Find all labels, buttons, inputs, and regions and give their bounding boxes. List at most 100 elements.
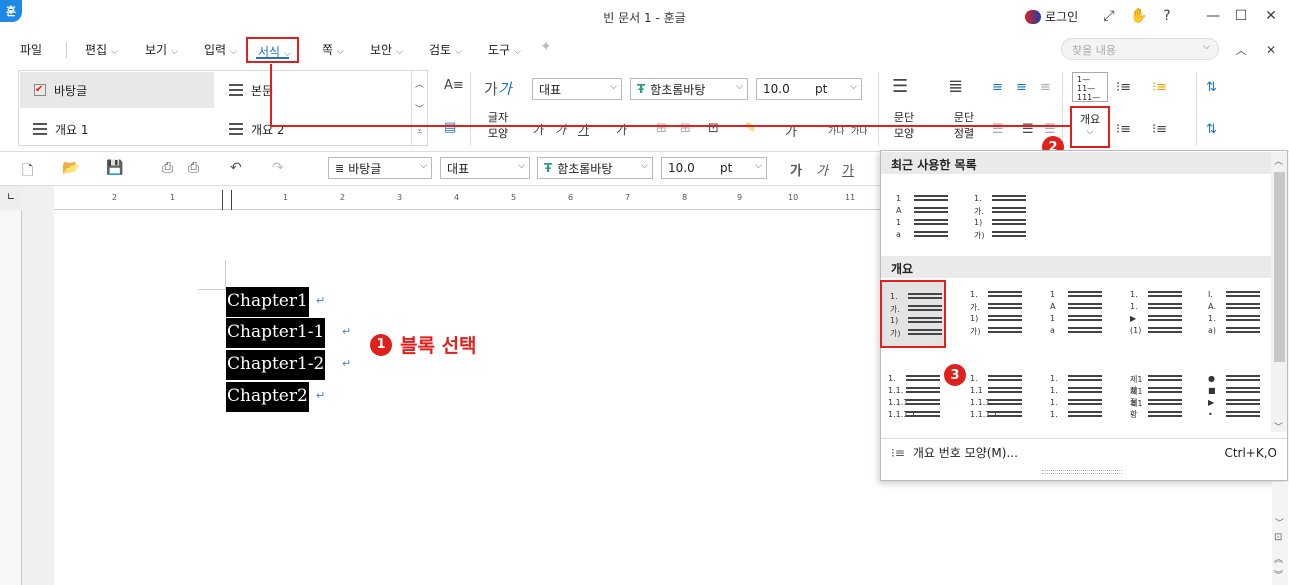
extension-icon[interactable]: ✦: [540, 39, 552, 55]
collapse-ribbon-icon[interactable]: ︿: [1234, 40, 1248, 60]
ruler-corner-icon[interactable]: ∟: [0, 186, 22, 210]
doc-line-chapter1-1[interactable]: Chapter1-1: [226, 318, 326, 348]
sort-asc-icon[interactable]: ⇅: [1206, 80, 1217, 95]
new-doc-icon[interactable]: 🗋: [22, 160, 33, 184]
menu-edit[interactable]: 편집 ⌵: [85, 41, 118, 58]
outline-button[interactable]: 개요 ⌵: [1070, 106, 1110, 148]
doc-line-chapter1-2[interactable]: Chapter1-2: [226, 350, 326, 380]
hand-icon[interactable]: ✋: [1130, 6, 1148, 26]
font-type-icon: Ŧ: [544, 161, 553, 175]
toolbar-style-value: 바탕글: [348, 161, 382, 176]
vertical-ruler[interactable]: [0, 210, 22, 585]
font-color-icon[interactable]: 가: [785, 121, 797, 140]
indent-icon[interactable]: ≡: [992, 80, 1003, 95]
page-down-icon[interactable]: ︾: [1274, 568, 1283, 581]
menu-security[interactable]: 보안 ⌵: [370, 41, 403, 58]
menu-format[interactable]: 서식 ⌵: [246, 37, 299, 63]
lang-select[interactable]: 대표 ⌵: [532, 78, 622, 100]
indent-marker[interactable]: [222, 190, 232, 210]
underline-icon[interactable]: 가: [578, 121, 589, 138]
print-icon[interactable]: ⎙: [162, 160, 173, 176]
toolbar-bold-icon[interactable]: 가: [790, 160, 802, 179]
strike-icon[interactable]: 가: [616, 121, 627, 138]
outline-style-thumb[interactable]: 1. 1.1 1.1.1 1.1.1.1: [962, 364, 1028, 432]
style-add-icon[interactable]: A≡: [444, 78, 464, 93]
recent-outline-thumb[interactable]: 1 A 1 a: [888, 184, 954, 252]
outline-style-thumb[interactable]: 1. 1. 1. 1.: [1042, 364, 1108, 432]
outline-style-thumb[interactable]: 1. 1.1. 1.1.1. 1.1.1.1.: [880, 364, 946, 432]
chevron-down-icon[interactable]: ﹀: [1275, 516, 1284, 529]
outline-style-thumb[interactable]: 1. 1. ▶ (1): [1122, 280, 1188, 348]
highlight-icon[interactable]: ✎: [745, 121, 756, 136]
font-select[interactable]: Ŧ 함초롬바탕 ⌵: [630, 78, 748, 100]
search-input[interactable]: 찾을 내용 ⌵: [1061, 38, 1219, 60]
page-up-icon[interactable]: ︽: [1274, 552, 1283, 565]
style-item-body[interactable]: 본문: [229, 72, 409, 108]
prev-page-icon[interactable]: ⊡: [1274, 532, 1282, 543]
superscript-icon[interactable]: ⊞: [656, 121, 667, 136]
subscript-icon[interactable]: ⊞: [680, 121, 691, 136]
outline-style-thumb[interactable]: 1 A 1 a: [1042, 280, 1108, 348]
maximize-button[interactable]: ☐: [1232, 6, 1250, 26]
document-page[interactable]: [54, 210, 880, 585]
bold-icon[interactable]: 가: [533, 121, 544, 138]
bullet-list-icon[interactable]: ⁝≡: [1116, 80, 1131, 95]
doc-line-chapter1[interactable]: Chapter1: [226, 287, 309, 317]
undo-icon[interactable]: ↶: [230, 160, 242, 176]
style-item-outline2[interactable]: 개요 2: [229, 111, 409, 147]
line-spacing-icon[interactable]: ≡: [1040, 80, 1051, 95]
close-button[interactable]: ✕: [1262, 6, 1280, 26]
toolbar-style-select[interactable]: ≣ 바탕글 ⌵: [328, 157, 432, 179]
horizontal-ruler[interactable]: [54, 190, 880, 210]
numbered-list-icon[interactable]: ⁝≡: [1116, 122, 1131, 137]
outdent-icon[interactable]: ≡: [1016, 80, 1027, 95]
dropdown-scroll-thumb[interactable]: [1274, 172, 1285, 362]
style-item-outline1[interactable]: 개요 1: [33, 111, 213, 147]
thumb-row: 제1절: [1122, 386, 1188, 407]
minimize-button[interactable]: —: [1204, 6, 1222, 26]
login-button[interactable]: 로그인: [1025, 8, 1078, 25]
toolbar-underline-icon[interactable]: 가: [842, 160, 854, 179]
list-level-icon[interactable]: ⁝≡: [1152, 122, 1167, 137]
resize-grip[interactable]: [1042, 470, 1122, 474]
redo-icon[interactable]: ↷: [272, 160, 284, 176]
menu-security-label: 보안: [370, 43, 393, 57]
outline-style-thumb[interactable]: ● ■ ▶ •: [1200, 364, 1266, 432]
recent-outline-thumb[interactable]: 1. 가. 1) 가): [966, 184, 1032, 252]
menu-tools[interactable]: 도구 ⌵: [488, 41, 521, 58]
menu-file[interactable]: 파일: [20, 41, 42, 58]
thumb-line: [1148, 303, 1182, 309]
chevron-up-icon[interactable]: ︿: [1274, 154, 1283, 167]
chevron-down-icon[interactable]: ﹀: [1274, 420, 1283, 433]
menu-page[interactable]: 쪽 ⌵: [322, 41, 344, 58]
toolbar-font-select[interactable]: Ŧ 함초롬바탕 ⌵: [537, 157, 653, 179]
save-icon[interactable]: 💾: [106, 160, 123, 176]
outline-style-thumb[interactable]: 제1장 제1절 제1항 –: [1122, 364, 1188, 432]
outline-preview-icon[interactable]: 1— 11— 111—: [1072, 72, 1108, 102]
style-scroll[interactable]: ︿ ﹀ ⩡: [411, 71, 427, 145]
color-bullet-icon[interactable]: ⁝≡: [1152, 80, 1167, 95]
menu-review[interactable]: 검토 ⌵: [429, 41, 462, 58]
sort-desc-icon[interactable]: ⇅: [1206, 122, 1217, 137]
thumb-row: 1.: [1042, 410, 1108, 420]
toolbar-size-input[interactable]: 10.0 pt ⌵: [661, 157, 767, 179]
italic-icon[interactable]: 가: [555, 121, 566, 138]
outline-format-menu-item[interactable]: ⁝≡ 개요 번호 모양(M)... Ctrl+K,O: [881, 438, 1287, 466]
doc-line-chapter2[interactable]: Chapter2: [226, 382, 309, 412]
style-item-basic[interactable]: ✔ 바탕글: [20, 72, 214, 108]
outline-style-thumb[interactable]: I. A. 1. a): [1200, 280, 1266, 348]
toolbar-italic-icon[interactable]: 가: [816, 160, 828, 179]
outline-style-thumb[interactable]: 1. 가. 1) 가): [880, 280, 946, 348]
fullscreen-icon[interactable]: ⤢: [1100, 6, 1118, 26]
style-apply-icon[interactable]: ▤: [444, 120, 456, 135]
toolbar-lang-select[interactable]: 대표 ⌵: [440, 157, 530, 179]
menu-view[interactable]: 보기 ⌵: [145, 41, 178, 58]
print-preview-icon[interactable]: ⎙: [188, 160, 199, 176]
menu-insert[interactable]: 입력 ⌵: [204, 41, 237, 58]
close-ribbon-icon[interactable]: ✕: [1264, 40, 1278, 60]
outline-style-thumb[interactable]: 1. 가. 1) 가): [962, 280, 1028, 348]
open-folder-icon[interactable]: 📂: [62, 160, 79, 176]
font-size-input[interactable]: 10.0 pt ⌵: [756, 78, 862, 100]
help-icon[interactable]: ?: [1158, 6, 1176, 26]
border-icon[interactable]: ⊡: [708, 121, 719, 136]
